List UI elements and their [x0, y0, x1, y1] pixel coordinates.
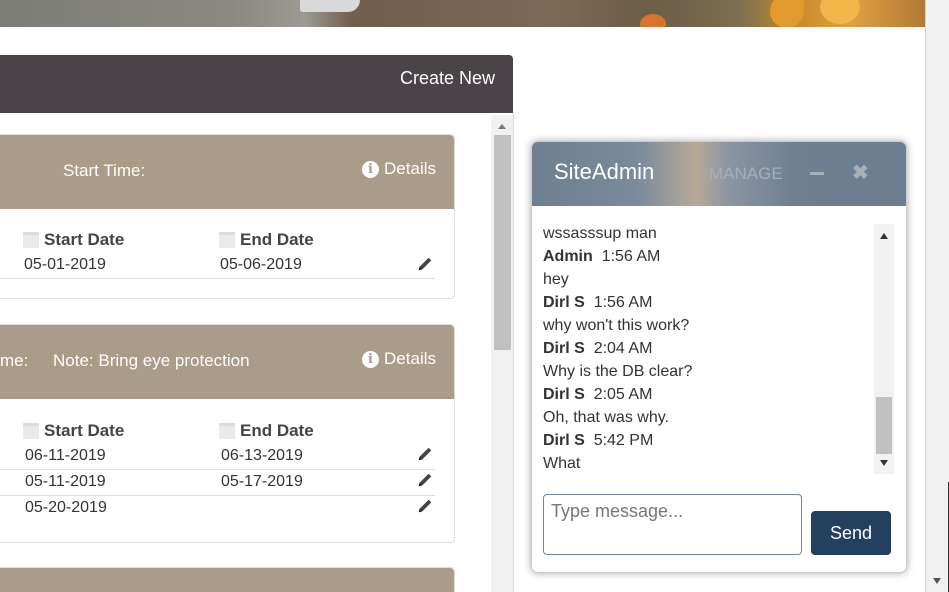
details-label: Details	[384, 349, 436, 368]
message-sender: Dirl S	[543, 340, 585, 357]
create-new-link[interactable]: Create New	[400, 68, 495, 89]
edit-pencil-icon[interactable]	[416, 445, 434, 463]
message-time: 1:56 AM	[593, 294, 653, 311]
scroll-down-arrow-icon[interactable]	[880, 460, 888, 466]
details-button[interactable]: i Details	[362, 349, 436, 369]
end-date-cell: 05-06-2019	[220, 256, 302, 273]
edit-pencil-icon[interactable]	[416, 471, 434, 489]
start-date-cell: 05-11-2019	[25, 473, 106, 490]
scrollbar-thumb[interactable]	[876, 397, 892, 454]
info-icon: i	[362, 160, 380, 178]
close-icon[interactable]: ✖	[852, 160, 869, 185]
calendar-icon	[219, 423, 235, 439]
scroll-up-arrow-icon[interactable]	[498, 124, 506, 129]
header-banner-image	[0, 0, 925, 27]
message-meta: Dirl S 2:05 AM	[543, 386, 652, 404]
events-panel-header: Create New	[0, 55, 513, 113]
events-scrollbar[interactable]	[491, 115, 513, 592]
end-date-column-header: End Date	[219, 230, 314, 250]
message-time: 5:42 PM	[593, 432, 654, 449]
events-panel-body: Start Time: i Details Start Date End Dat…	[0, 113, 514, 592]
end-date-cell: 06-13-2019	[221, 447, 303, 464]
edit-pencil-icon[interactable]	[416, 497, 434, 515]
chat-header: SiteAdmin MANAGE ✖	[532, 142, 906, 206]
chat-widget: SiteAdmin MANAGE ✖ wssasssup man Admin 1:…	[531, 141, 907, 573]
message-meta: Admin 1:56 AM	[543, 248, 660, 266]
message-sender: Admin	[543, 248, 593, 265]
message-input[interactable]	[543, 494, 802, 555]
event-card-header: Start Time: i Details	[0, 135, 454, 209]
start-date-column-header: Start Date	[23, 230, 124, 250]
manage-button[interactable]: MANAGE	[709, 164, 783, 184]
event-card-header	[0, 568, 454, 592]
message-sender: Dirl S	[543, 432, 585, 449]
event-card	[0, 567, 455, 592]
end-date-column-header: End Date	[219, 421, 314, 441]
scroll-up-arrow-icon[interactable]	[880, 233, 888, 239]
info-icon: i	[362, 350, 380, 368]
send-button[interactable]: Send	[811, 511, 891, 555]
edit-pencil-icon[interactable]	[416, 255, 434, 273]
scroll-down-arrow-icon[interactable]	[933, 578, 941, 584]
message-time: 2:05 AM	[593, 386, 653, 403]
message-sender: Dirl S	[543, 294, 585, 311]
message-sender: Dirl S	[543, 386, 585, 403]
start-date-cell: 05-01-2019	[24, 256, 106, 273]
details-button[interactable]: i Details	[362, 159, 436, 179]
message-text: Oh, that was why.	[543, 409, 669, 426]
calendar-icon	[23, 232, 39, 248]
message-text: What	[543, 455, 581, 472]
window-scrollbar[interactable]	[926, 0, 949, 592]
message-time: 2:04 AM	[593, 340, 653, 357]
chat-title: SiteAdmin	[554, 159, 655, 184]
start-date-cell: 06-11-2019	[25, 447, 106, 464]
start-date-cell: 05-20-2019	[25, 499, 107, 516]
start-time-label: Start Time:	[63, 161, 146, 180]
calendar-icon	[219, 232, 235, 248]
chat-messages: wssasssup man Admin 1:56 AM hey Dirl S 1:56…	[532, 222, 894, 474]
event-card: me: Note: Bring eye protection i Details…	[0, 324, 455, 543]
message-text: Why is the DB clear?	[543, 363, 693, 380]
start-time-label: me:	[0, 351, 29, 370]
calendar-icon	[23, 423, 39, 439]
message-meta: Dirl S 5:42 PM	[543, 432, 653, 450]
message-meta: Dirl S 1:56 AM	[543, 294, 652, 312]
scrollbar-thumb[interactable]	[494, 135, 511, 350]
message-text: hey	[543, 271, 569, 288]
event-card-header: me: Note: Bring eye protection i Details	[0, 325, 454, 399]
minimize-icon[interactable]	[810, 172, 824, 175]
details-label: Details	[384, 159, 436, 178]
end-date-cell: 05-17-2019	[221, 473, 303, 490]
message-text: why won't this work?	[543, 317, 690, 334]
message-time: 1:56 AM	[601, 248, 661, 265]
start-date-column-header: Start Date	[23, 421, 124, 441]
message-meta: Dirl S 2:04 AM	[543, 340, 652, 358]
event-card: Start Time: i Details Start Date End Dat…	[0, 134, 455, 299]
chat-scrollbar[interactable]	[874, 224, 894, 474]
event-note: Note: Bring eye protection	[53, 351, 250, 370]
message-text: wssasssup man	[543, 225, 657, 242]
